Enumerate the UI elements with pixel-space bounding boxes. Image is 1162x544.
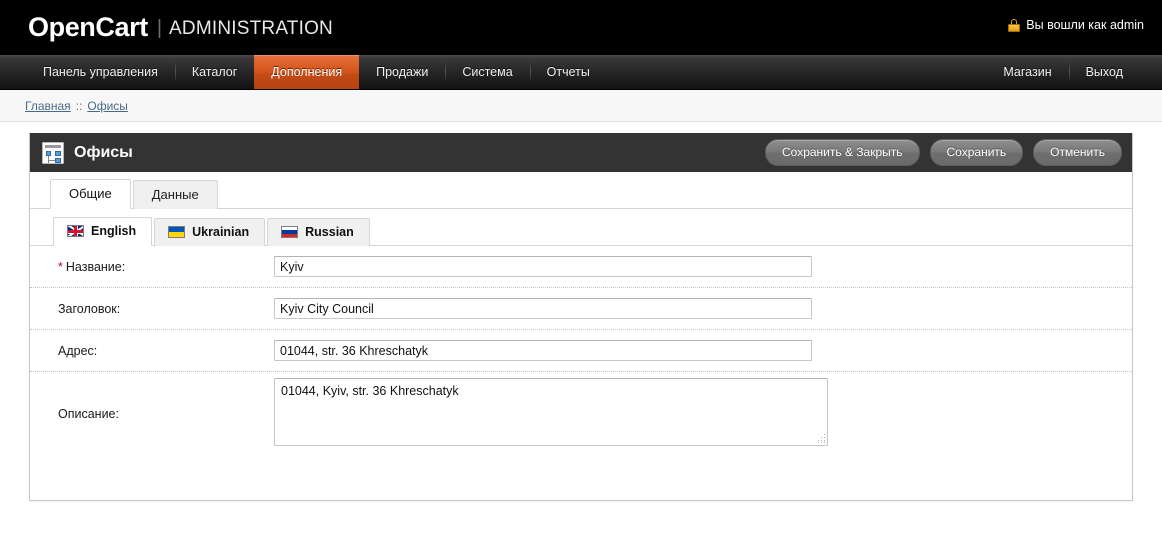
panel-header: Офисы Сохранить & Закрыть Сохранить Отмени… bbox=[30, 133, 1132, 172]
lock-icon bbox=[1008, 18, 1021, 32]
save-button[interactable]: Сохранить bbox=[929, 139, 1024, 166]
nav-item-1[interactable]: Каталог bbox=[174, 55, 254, 89]
field-label: * Название: bbox=[52, 260, 274, 274]
tab-1[interactable]: Данные bbox=[132, 180, 218, 209]
form-row: Адрес: bbox=[30, 330, 1132, 372]
office-form: *Название: Заголовок: Адрес: Описание: bbox=[30, 246, 1132, 456]
description-field[interactable] bbox=[274, 377, 828, 446]
main-tabs: Общие Данные bbox=[30, 172, 1132, 209]
language-tabs: English Ukrainian Russian bbox=[30, 209, 1132, 246]
field-label-text: Название: bbox=[65, 259, 126, 274]
nav-right-item-0[interactable]: Магазин bbox=[986, 55, 1068, 89]
field-wrapper bbox=[274, 298, 1108, 319]
textarea-wrapper bbox=[274, 377, 828, 446]
nav-right-group: Магазин Выход bbox=[986, 55, 1140, 89]
flag-ru-icon bbox=[281, 226, 299, 238]
tab-0[interactable]: Общие bbox=[50, 179, 131, 209]
main-content-area: Офисы Сохранить & Закрыть Сохранить Отмени… bbox=[0, 122, 1162, 501]
language-tab-label: Russian bbox=[305, 225, 354, 239]
title-field[interactable] bbox=[274, 298, 812, 319]
panel-action-buttons: Сохранить & Закрыть Сохранить Отменить bbox=[764, 139, 1122, 166]
brand-logo[interactable]: OpenCart | ADMINISTRATION bbox=[28, 12, 333, 43]
language-tab-1[interactable]: Ukrainian bbox=[154, 218, 266, 246]
address-field[interactable] bbox=[274, 340, 812, 361]
save-and-close-button[interactable]: Сохранить & Закрыть bbox=[764, 139, 920, 166]
language-tab-0[interactable]: English bbox=[53, 217, 153, 246]
nav-left-group: Панель управления Каталог Дополнения Продаж… bbox=[26, 55, 607, 89]
form-row: Описание: bbox=[30, 372, 1132, 456]
logo-text: OpenCart bbox=[28, 12, 148, 42]
nav-item-4[interactable]: Система bbox=[445, 55, 529, 89]
administration-label: ADMINISTRATION bbox=[169, 18, 333, 39]
field-label-text: Заголовок: bbox=[58, 301, 121, 316]
offices-panel: Офисы Сохранить & Закрыть Сохранить Отмени… bbox=[29, 133, 1133, 501]
breadcrumb-item-offices[interactable]: Офисы bbox=[87, 99, 128, 113]
login-status-text: Вы вошли как admin bbox=[1026, 18, 1144, 32]
form-footer-spacer bbox=[30, 456, 1132, 500]
page-title: Офисы bbox=[74, 143, 133, 161]
field-label-text: Адрес: bbox=[58, 343, 98, 358]
field-wrapper bbox=[274, 256, 1108, 277]
nav-item-0[interactable]: Панель управления bbox=[26, 55, 175, 89]
name-field[interactable] bbox=[274, 256, 812, 277]
language-tab-label: Ukrainian bbox=[192, 225, 250, 239]
breadcrumb: Главная :: Офисы bbox=[0, 90, 1162, 122]
cancel-button[interactable]: Отменить bbox=[1033, 139, 1122, 166]
field-wrapper bbox=[274, 377, 1108, 451]
field-label: Описание: bbox=[52, 407, 274, 421]
field-wrapper bbox=[274, 340, 1108, 361]
main-navigation: Панель управления Каталог Дополнения Продаж… bbox=[0, 55, 1162, 90]
top-header: OpenCart | ADMINISTRATION Вы вошли как adm… bbox=[0, 0, 1162, 55]
nav-right-item-1[interactable]: Выход bbox=[1068, 55, 1140, 89]
nav-item-2[interactable]: Дополнения bbox=[254, 55, 360, 89]
panel-title-wrap: Офисы bbox=[42, 141, 133, 164]
flag-ua-icon bbox=[168, 226, 186, 238]
breadcrumb-separator: :: bbox=[75, 98, 83, 113]
language-tab-2[interactable]: Russian bbox=[267, 218, 370, 246]
required-asterisk: * bbox=[58, 259, 63, 274]
nav-item-3[interactable]: Продажи bbox=[359, 55, 445, 89]
form-row: * Название: bbox=[30, 246, 1132, 288]
field-label-text: Описание: bbox=[58, 407, 119, 421]
sitemap-icon bbox=[42, 141, 64, 164]
field-label: Заголовок: bbox=[52, 302, 274, 316]
login-status: Вы вошли как admin bbox=[1008, 18, 1144, 32]
flag-uk-icon bbox=[67, 225, 84, 237]
field-label: Адрес: bbox=[52, 344, 274, 358]
nav-item-5[interactable]: Отчеты bbox=[529, 55, 607, 89]
language-tab-label: English bbox=[91, 224, 137, 238]
form-row: Заголовок: bbox=[30, 288, 1132, 330]
breadcrumb-item-home[interactable]: Главная bbox=[25, 99, 71, 113]
logo-separator: | bbox=[156, 17, 163, 39]
